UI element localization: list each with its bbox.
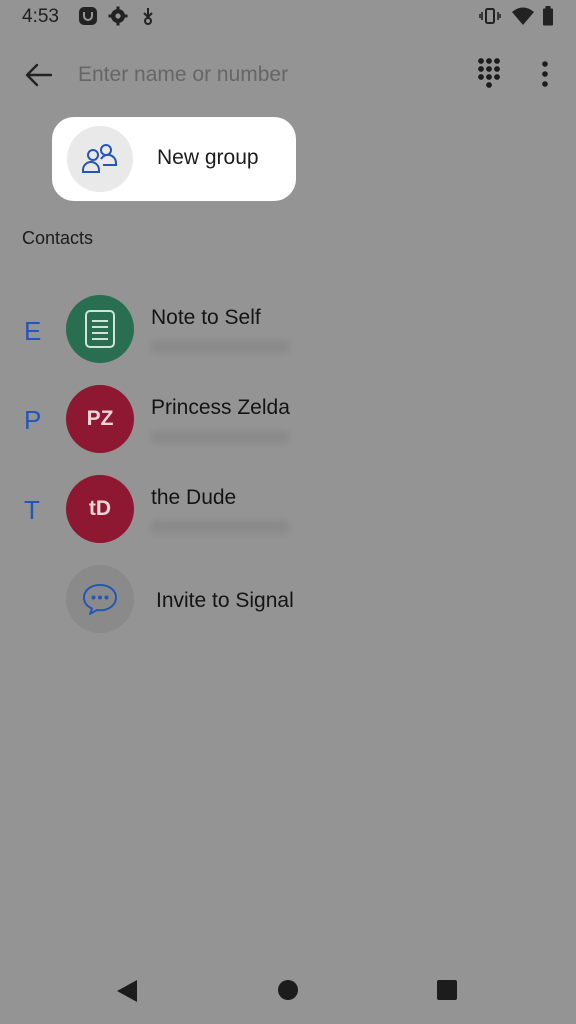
more-vertical-icon: [542, 61, 548, 87]
avatar-initials: PZ: [86, 407, 114, 430]
contact-avatar: [66, 295, 134, 363]
signal-app-icon: [78, 6, 98, 31]
system-navigation-bar: [0, 960, 576, 1024]
invite-to-signal-row[interactable]: Invite to Signal: [0, 560, 576, 640]
redacted-number: [150, 340, 290, 354]
contact-name: Note to Self: [151, 306, 261, 329]
contacts-header: Contacts: [22, 228, 94, 248]
redacted-number: [150, 430, 290, 444]
avatar-initials: tD: [88, 497, 112, 520]
nav-recents-button[interactable]: [436, 979, 458, 1006]
invite-avatar: [66, 565, 134, 633]
section-letter: P: [24, 405, 42, 435]
settings-gear-icon: [108, 6, 128, 31]
redacted-number: [150, 520, 290, 534]
group-people-icon: [82, 144, 118, 173]
status-time: 4:53: [22, 6, 59, 27]
new-group-label: New group: [157, 146, 259, 169]
contact-row[interactable]: E Note to Self: [0, 289, 576, 369]
section-letter: E: [24, 316, 42, 346]
contact-row[interactable]: P PZ Princess Zelda: [0, 379, 576, 459]
contact-name: Princess Zelda: [151, 396, 290, 419]
new-group-button[interactable]: New group: [52, 117, 296, 201]
dialpad-button[interactable]: [472, 54, 506, 90]
note-icon: [85, 310, 115, 348]
wifi-icon: [511, 6, 535, 31]
download-icon: [140, 6, 156, 31]
dialpad-icon: [478, 58, 500, 88]
battery-icon: [542, 6, 554, 31]
square-recents-icon: [437, 980, 457, 1000]
contact-avatar: PZ: [66, 385, 134, 453]
invite-label: Invite to Signal: [156, 589, 294, 612]
contact-name: the Dude: [151, 486, 237, 509]
arrow-left-icon: [25, 63, 53, 87]
back-button[interactable]: [20, 56, 58, 94]
more-options-button[interactable]: [530, 56, 560, 92]
new-group-avatar: [67, 126, 133, 192]
search-input[interactable]: [78, 56, 458, 94]
contact-row[interactable]: T tD the Dude: [0, 469, 576, 549]
triangle-back-icon: [117, 980, 137, 1002]
contact-avatar: tD: [66, 475, 134, 543]
nav-home-button[interactable]: [277, 979, 299, 1006]
chat-bubble-icon: [83, 584, 117, 615]
section-letter: T: [24, 495, 40, 525]
nav-back-button[interactable]: [115, 978, 139, 1009]
circle-home-icon: [278, 980, 298, 1000]
vibrate-icon: [479, 6, 501, 31]
status-bar: 4:53: [0, 0, 576, 36]
